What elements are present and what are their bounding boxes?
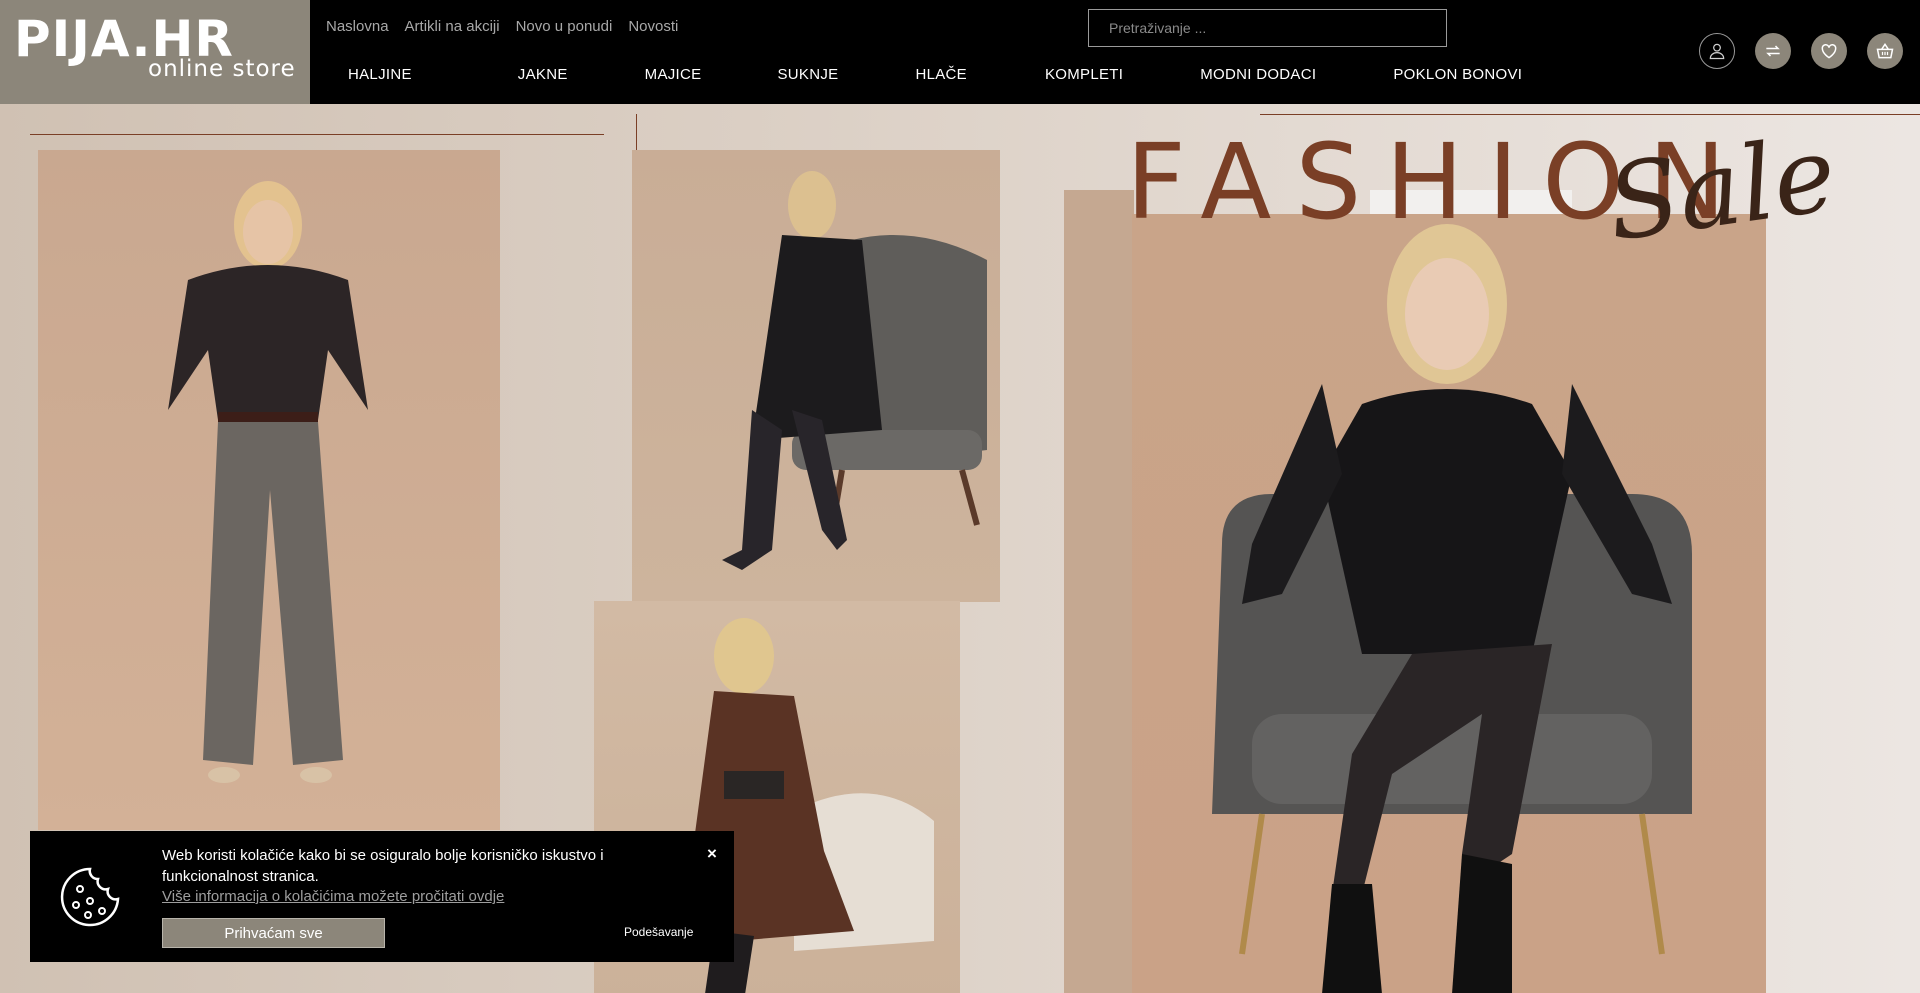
top-nav-home[interactable]: Naslovna — [326, 18, 389, 35]
top-nav-sale-items[interactable]: Artikli na akciji — [405, 18, 500, 35]
nav-poklon-bonovi[interactable]: POKLON BONOVI — [1393, 66, 1522, 83]
heart-icon — [1821, 43, 1837, 59]
search-box — [1088, 9, 1447, 47]
model-photo-chair-black — [632, 150, 1000, 602]
compare-button[interactable] — [1755, 33, 1791, 69]
search-input[interactable] — [1089, 10, 1446, 46]
cookie-close-button[interactable]: × — [707, 844, 717, 864]
wishlist-button[interactable] — [1811, 33, 1847, 69]
photo-backdrop — [1064, 190, 1134, 993]
nav-kompleti[interactable]: KOMPLETI — [1045, 66, 1123, 83]
cookie-banner: Web koristi kolačiće kako bi se osigural… — [30, 831, 734, 962]
compare-icon — [1766, 45, 1780, 57]
nav-jakne[interactable]: JAKNE — [518, 66, 568, 83]
accept-all-button[interactable]: Prihvaćam sve — [162, 918, 385, 948]
site-header: PIJA.HR online store Naslovna Artikli na… — [0, 0, 1920, 104]
decor-line — [30, 134, 604, 135]
cookie-message: Web koristi kolačiće kako bi se osigural… — [162, 847, 604, 885]
top-nav-new-items[interactable]: Novo u ponudi — [516, 18, 613, 35]
nav-modni-dodaci[interactable]: MODNI DODACI — [1200, 66, 1316, 83]
top-nav: Naslovna Artikli na akciji Novo u ponudi… — [326, 18, 678, 35]
basket-icon — [1876, 42, 1894, 59]
cookie-settings-button[interactable]: Podešavanje — [624, 925, 693, 939]
account-button[interactable] — [1699, 33, 1735, 69]
logo[interactable]: PIJA.HR online store — [0, 0, 310, 104]
main-nav: HALJINE JAKNE MAJICE SUKNJE HLAČE KOMPLE… — [310, 66, 1522, 83]
model-photo-main — [1132, 214, 1766, 993]
logo-tagline: online store — [148, 56, 296, 82]
user-icon — [1709, 43, 1725, 60]
nav-haljine[interactable]: HALJINE — [348, 66, 412, 83]
nav-hlace[interactable]: HLAČE — [915, 66, 967, 83]
cart-button[interactable] — [1867, 33, 1903, 69]
cookie-icon — [60, 867, 120, 927]
nav-suknje[interactable]: SUKNJE — [777, 66, 838, 83]
top-nav-news[interactable]: Novosti — [628, 18, 678, 35]
model-photo-trousers — [38, 150, 500, 830]
nav-majice[interactable]: MAJICE — [645, 66, 702, 83]
cookie-info-link[interactable]: Više informacija o kolačićima možete pro… — [162, 888, 504, 905]
